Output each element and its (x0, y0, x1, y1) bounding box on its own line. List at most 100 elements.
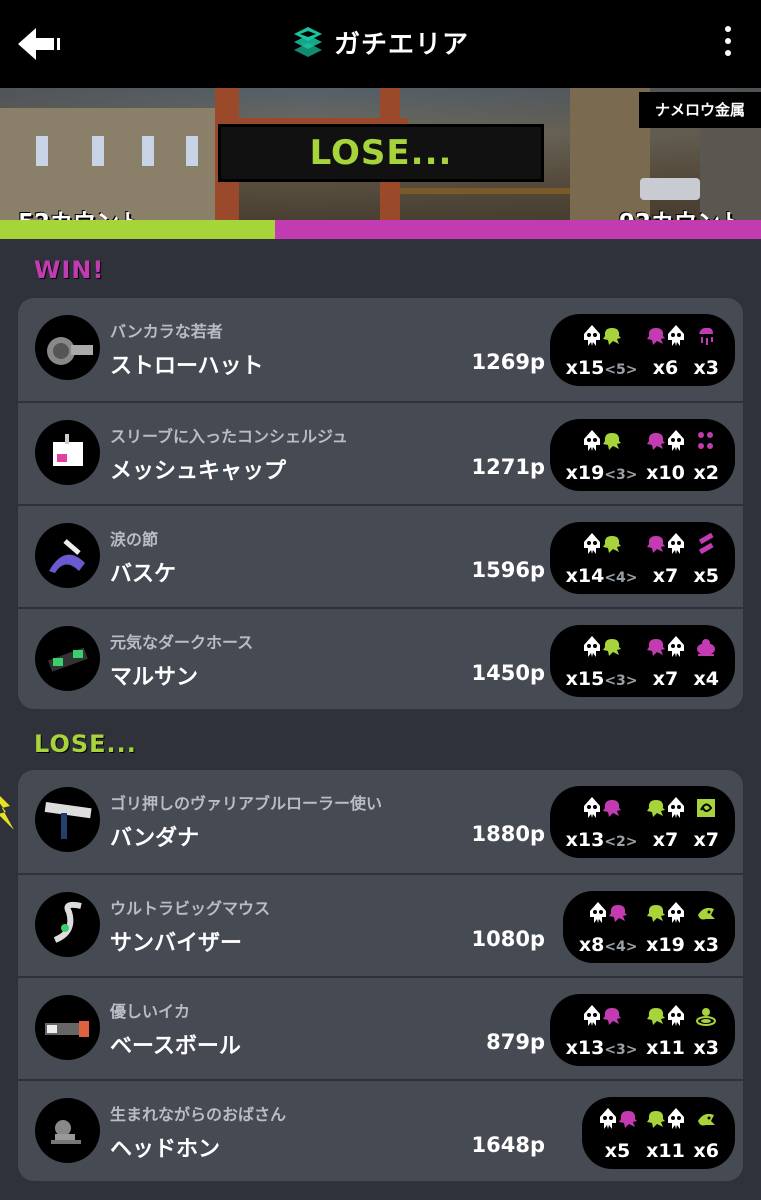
kill-count: x13 (565, 829, 605, 851)
ink-storm-icon (696, 324, 716, 352)
player-name: サンバイザー (110, 931, 243, 956)
squid-icon (598, 1107, 618, 1135)
player-row[interactable]: 生まれながらのおばさん ヘッドホン 1648p x5 x11 x6 (18, 1079, 743, 1181)
squid-icon (666, 532, 686, 560)
weapon-icon (35, 626, 100, 691)
squid-icon (666, 1107, 686, 1135)
stage-banner: ナメロウ金属 LOSE... (0, 88, 761, 220)
splat-icon (646, 796, 666, 824)
player-row[interactable]: ウルトラビッグマウス サンバイザー 1080p x8<4> x19 x3 (18, 873, 743, 976)
splat-icon (646, 901, 666, 929)
page-title: ガチエリア (333, 30, 469, 60)
player-row[interactable]: ゴリ押しのヴァリアブルローラー使い バンダナ 1880p x13<2> x7 x7 (18, 770, 743, 873)
player-row[interactable]: スリーブに入ったコンシェルジュ メッシュキャップ 1271p x19<3> x10 x2 (18, 401, 743, 504)
zipcaster-icon (696, 796, 716, 824)
player-stats: x13<2> x7 x7 (549, 786, 735, 858)
squid-icon (582, 796, 602, 824)
deaths-stat: x7 (646, 793, 686, 851)
turf-points: 1648p (471, 1133, 545, 1157)
squid-icon (582, 324, 602, 352)
crab-tank-icon (696, 635, 716, 663)
player-row[interactable]: バンカラな若者 ストローハット 1269p x15<5> x6 x3 (18, 298, 743, 401)
special-count: x2 (693, 462, 719, 484)
kills-stat: x15<5> (566, 321, 638, 379)
player-byname: 優しいイカ (110, 1002, 191, 1021)
player-byname: スリーブに入ったコンシェルジュ (110, 427, 348, 446)
splat-icon (646, 1004, 666, 1032)
squid-icon (666, 429, 686, 457)
player-byname: 生まれながらのおばさん (110, 1105, 287, 1124)
player-row[interactable]: 元気なダークホース マルサン 1450p x15<3> x7 x4 (18, 607, 743, 709)
kills-stat: x14<4> (566, 529, 638, 587)
assist-count: <3> (604, 1042, 638, 1058)
squid-icon (582, 532, 602, 560)
big-bubbler-icon (696, 1004, 717, 1032)
more-vertical-icon[interactable] (723, 26, 733, 62)
kill-count: x14 (565, 565, 605, 587)
splat-icon (602, 635, 622, 663)
death-count: x11 (646, 1140, 685, 1162)
lose-team-card: ゴリ押しのヴァリアブルローラー使い バンダナ 1880p x13<2> x7 x7 ウルトラ… (18, 770, 743, 1181)
player-byname: ウルトラビッグマウス (110, 899, 271, 918)
weapon-icon (35, 315, 100, 380)
splat-icon (602, 1004, 622, 1032)
assist-count: <2> (604, 834, 638, 850)
squid-icon (666, 635, 686, 663)
splat-zones-icon (293, 26, 322, 57)
player-name: メッシュキャップ (110, 459, 287, 484)
deaths-stat: x6 (646, 321, 686, 379)
weapon-icon (35, 892, 100, 957)
weapon-icon (35, 420, 100, 485)
weapon-icon (35, 523, 100, 588)
win-team-card: バンカラな若者 ストローハット 1269p x15<5> x6 x3 スリーブに入ったコンシ… (18, 298, 743, 709)
special-count: x3 (693, 1037, 719, 1059)
deaths-stat: x11 (646, 1104, 686, 1162)
assist-count: <4> (604, 570, 638, 586)
score-bar (0, 220, 761, 239)
death-count: x19 (646, 934, 685, 956)
special-count: x3 (693, 357, 719, 379)
player-row[interactable]: 優しいイカベースボール 879p x13<3> x11 x3 (18, 976, 743, 1079)
squid-icon (666, 796, 686, 824)
kills-stat: x13<2> (566, 793, 638, 851)
player-byname: ゴリ押しのヴァリアブルローラー使い (110, 794, 383, 813)
splat-icon (602, 324, 622, 352)
kill-count: x5 (604, 1140, 631, 1162)
splat-icon (602, 532, 622, 560)
special-stat: x2 (694, 426, 719, 484)
player-stats: x13<3> x11 x3 (549, 994, 735, 1066)
kill-count: x13 (565, 1037, 605, 1059)
special-count: x7 (693, 829, 719, 851)
player-stats: x15<3> x7 x4 (549, 625, 735, 697)
win-section-label: WIN! (34, 256, 105, 284)
death-count: x7 (652, 565, 679, 587)
death-count: x6 (652, 357, 679, 379)
player-stats: x14<4> x7 x5 (549, 522, 735, 594)
turf-points: 1271p (471, 455, 545, 479)
player-row[interactable]: 涙の節 バスケ 1596p x14<4> x7 x5 (18, 504, 743, 607)
special-count: x3 (693, 934, 719, 956)
turf-points: 879p (486, 1030, 545, 1054)
kills-stat: x13<3> (566, 1001, 638, 1059)
special-stat: x7 (694, 793, 719, 851)
player-name: ストローハット (110, 354, 264, 379)
squid-icon (582, 429, 602, 457)
score-bar-my-team (0, 220, 275, 239)
assist-count: <4> (604, 939, 638, 955)
player-name: バスケ (110, 562, 177, 587)
stage-name-badge: ナメロウ金属 (638, 92, 761, 128)
header-title-area: ガチエリア (0, 24, 761, 64)
kills-stat: x8<4> (579, 898, 638, 956)
player-byname: 涙の節 (110, 530, 159, 549)
killer-wail-icon (696, 532, 716, 560)
turf-points: 1450p (471, 661, 545, 685)
player-name: ベースボール (110, 1034, 241, 1059)
deaths-stat: x7 (646, 529, 686, 587)
player-stats: x8<4> x19 x3 (562, 891, 735, 963)
death-count: x7 (652, 829, 679, 851)
deaths-stat: x19 (646, 898, 686, 956)
turf-points: 1880p (471, 822, 545, 846)
special-stat: x6 (694, 1104, 719, 1162)
death-count: x10 (646, 462, 685, 484)
assist-count: <3> (604, 467, 638, 483)
